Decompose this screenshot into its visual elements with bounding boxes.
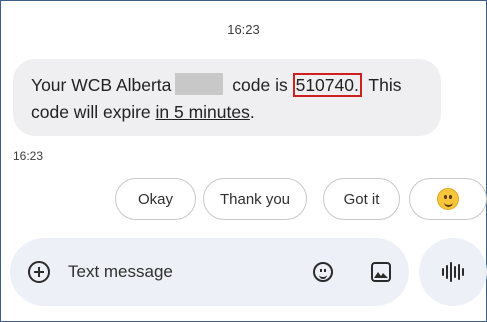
smart-reply-got-it[interactable]: Got it bbox=[323, 178, 400, 220]
message-bubble[interactable]: Your WCB Alberta code is 510740. This co… bbox=[13, 59, 441, 136]
message-text-part2: code is bbox=[227, 75, 293, 95]
smiling-face-icon bbox=[437, 188, 459, 210]
message-composer bbox=[10, 238, 409, 306]
smart-reply-okay[interactable]: Okay bbox=[115, 178, 196, 220]
verification-code-highlight[interactable]: 510740. bbox=[292, 73, 362, 97]
emoji-icon[interactable] bbox=[313, 262, 333, 282]
message-timestamp: 16:23 bbox=[13, 149, 44, 163]
smart-reply-emoji[interactable] bbox=[409, 178, 487, 220]
screenshot-frame: 16:23 Your WCB Alberta code is 510740. T… bbox=[0, 0, 487, 322]
message-text-part1: Your WCB Alberta bbox=[31, 75, 172, 95]
verification-code: 510740. bbox=[295, 75, 359, 95]
text-message-input[interactable] bbox=[68, 258, 288, 286]
voice-icon bbox=[442, 262, 464, 282]
voice-message-button[interactable] bbox=[419, 238, 487, 306]
expiry-link[interactable]: in 5 minutes bbox=[156, 102, 250, 122]
redacted-text bbox=[175, 73, 224, 95]
message-text-part4: code will expire bbox=[31, 102, 156, 122]
conversation-timestamp: 16:23 bbox=[227, 22, 260, 37]
message-text-part3: This bbox=[363, 75, 402, 95]
message-text-part5: . bbox=[249, 102, 255, 122]
add-icon[interactable] bbox=[28, 261, 50, 283]
smart-reply-thank-you[interactable]: Thank you bbox=[203, 178, 307, 220]
gallery-icon[interactable] bbox=[371, 262, 391, 282]
